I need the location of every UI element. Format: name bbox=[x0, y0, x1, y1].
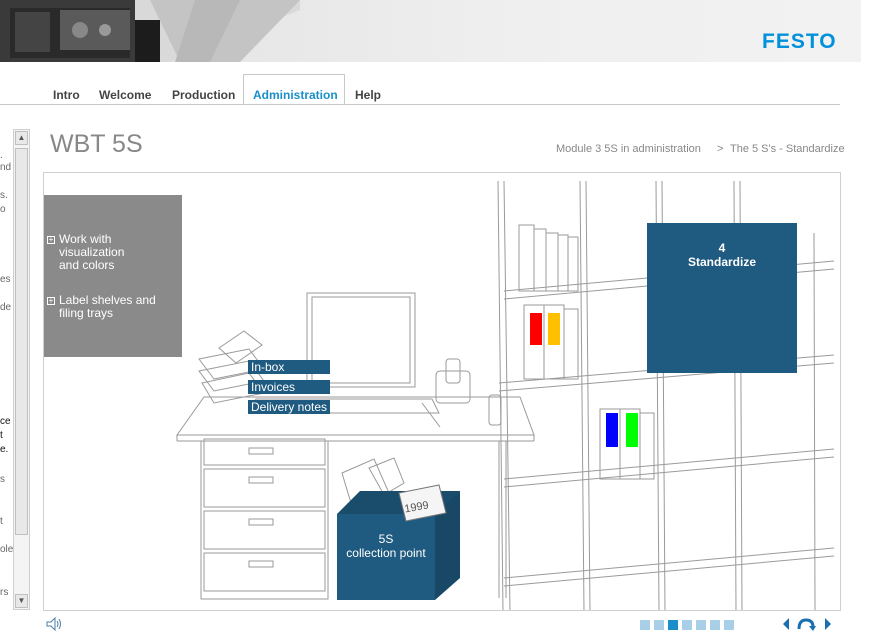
collection-line2: collection point bbox=[346, 546, 426, 560]
plus-box-icon: + bbox=[47, 235, 55, 244]
sidebar-fragment: o bbox=[0, 204, 6, 215]
sidebar-fragment: nd bbox=[0, 162, 12, 173]
machine-photo bbox=[0, 0, 300, 62]
sidebar-fragment: rs bbox=[0, 587, 9, 598]
breadcrumb-separator: > bbox=[717, 143, 724, 155]
prev-arrow-icon[interactable] bbox=[781, 617, 791, 631]
festo-logo: FESTO bbox=[762, 30, 837, 53]
sidebar-fragment: ole bbox=[0, 544, 14, 555]
progress-step[interactable] bbox=[654, 620, 664, 630]
speaker-icon[interactable] bbox=[45, 617, 63, 631]
standardize-box[interactable]: 4 Standardize bbox=[647, 223, 797, 373]
progress-step[interactable] bbox=[696, 620, 706, 630]
menu-line: Label shelves and bbox=[59, 293, 156, 307]
tag-in-box[interactable]: In-box bbox=[248, 360, 330, 374]
standardize-number: 4 bbox=[718, 241, 726, 255]
scroll-thumb[interactable] bbox=[15, 148, 28, 535]
tab-intro[interactable]: Intro bbox=[53, 88, 80, 102]
green-folder-label bbox=[626, 413, 638, 447]
tab-welcome[interactable]: Welcome bbox=[99, 88, 151, 102]
yellow-folder-label bbox=[548, 313, 560, 345]
menu-item-label-shelves[interactable]: + Label shelves and filing trays bbox=[47, 294, 156, 320]
blue-folder-label bbox=[606, 413, 618, 447]
tag-delivery-notes[interactable]: Delivery notes bbox=[248, 400, 330, 414]
progress-step[interactable] bbox=[724, 620, 734, 630]
tab-help[interactable]: Help bbox=[355, 88, 381, 102]
page-title: WBT 5S bbox=[50, 130, 143, 158]
sidebar-fragment: s bbox=[0, 474, 5, 485]
tag-invoices[interactable]: Invoices bbox=[248, 380, 330, 394]
sidebar-fragment: . bbox=[0, 150, 3, 161]
nav-divider bbox=[0, 104, 840, 105]
progress-step[interactable] bbox=[710, 620, 720, 630]
standardize-label: Standardize bbox=[687, 255, 756, 269]
breadcrumb-module[interactable]: Module 3 5S in administration bbox=[556, 143, 701, 155]
collection-line1: 5S bbox=[378, 532, 394, 546]
sidebar-fragment: de bbox=[0, 302, 12, 313]
topic-menu-panel: + Work with visualization and colors + L… bbox=[44, 195, 182, 357]
sidebar-fragment: t bbox=[0, 516, 3, 527]
tab-administration[interactable]: Administration bbox=[253, 88, 338, 102]
scroll-up-arrow-icon[interactable]: ▲ bbox=[15, 131, 28, 145]
breadcrumb-current: The 5 S's - Standardize bbox=[730, 143, 845, 155]
sidebar-fragment: s. bbox=[0, 190, 8, 201]
scroll-down-arrow-icon[interactable]: ▼ bbox=[15, 594, 28, 608]
collection-point-box[interactable]: 5S collection point bbox=[337, 514, 435, 600]
header-banner: FESTO bbox=[0, 0, 861, 62]
red-folder-label bbox=[530, 313, 542, 345]
sidebar-scrollbar[interactable]: ▲ ▼ bbox=[13, 129, 30, 610]
next-arrow-icon[interactable] bbox=[823, 617, 833, 631]
plus-box-icon: + bbox=[47, 296, 55, 305]
progress-step[interactable] bbox=[682, 620, 692, 630]
replay-icon[interactable] bbox=[796, 617, 816, 631]
sidebar-fragment: e. bbox=[0, 444, 9, 455]
menu-line: filing trays bbox=[59, 306, 114, 320]
sidebar-fragment: ce bbox=[0, 416, 11, 427]
menu-line: Work with bbox=[59, 232, 112, 246]
sidebar-fragment: es bbox=[0, 274, 11, 285]
scene-stage: 1999 + Work with visualization and color… bbox=[43, 172, 841, 611]
menu-line: and colors bbox=[59, 258, 115, 272]
progress-step[interactable] bbox=[668, 620, 678, 630]
tab-production[interactable]: Production bbox=[172, 88, 235, 102]
progress-step[interactable] bbox=[640, 620, 650, 630]
menu-line: visualization bbox=[59, 245, 125, 259]
menu-item-visualization[interactable]: + Work with visualization and colors bbox=[47, 233, 124, 272]
sidebar-fragment: t bbox=[0, 430, 3, 441]
